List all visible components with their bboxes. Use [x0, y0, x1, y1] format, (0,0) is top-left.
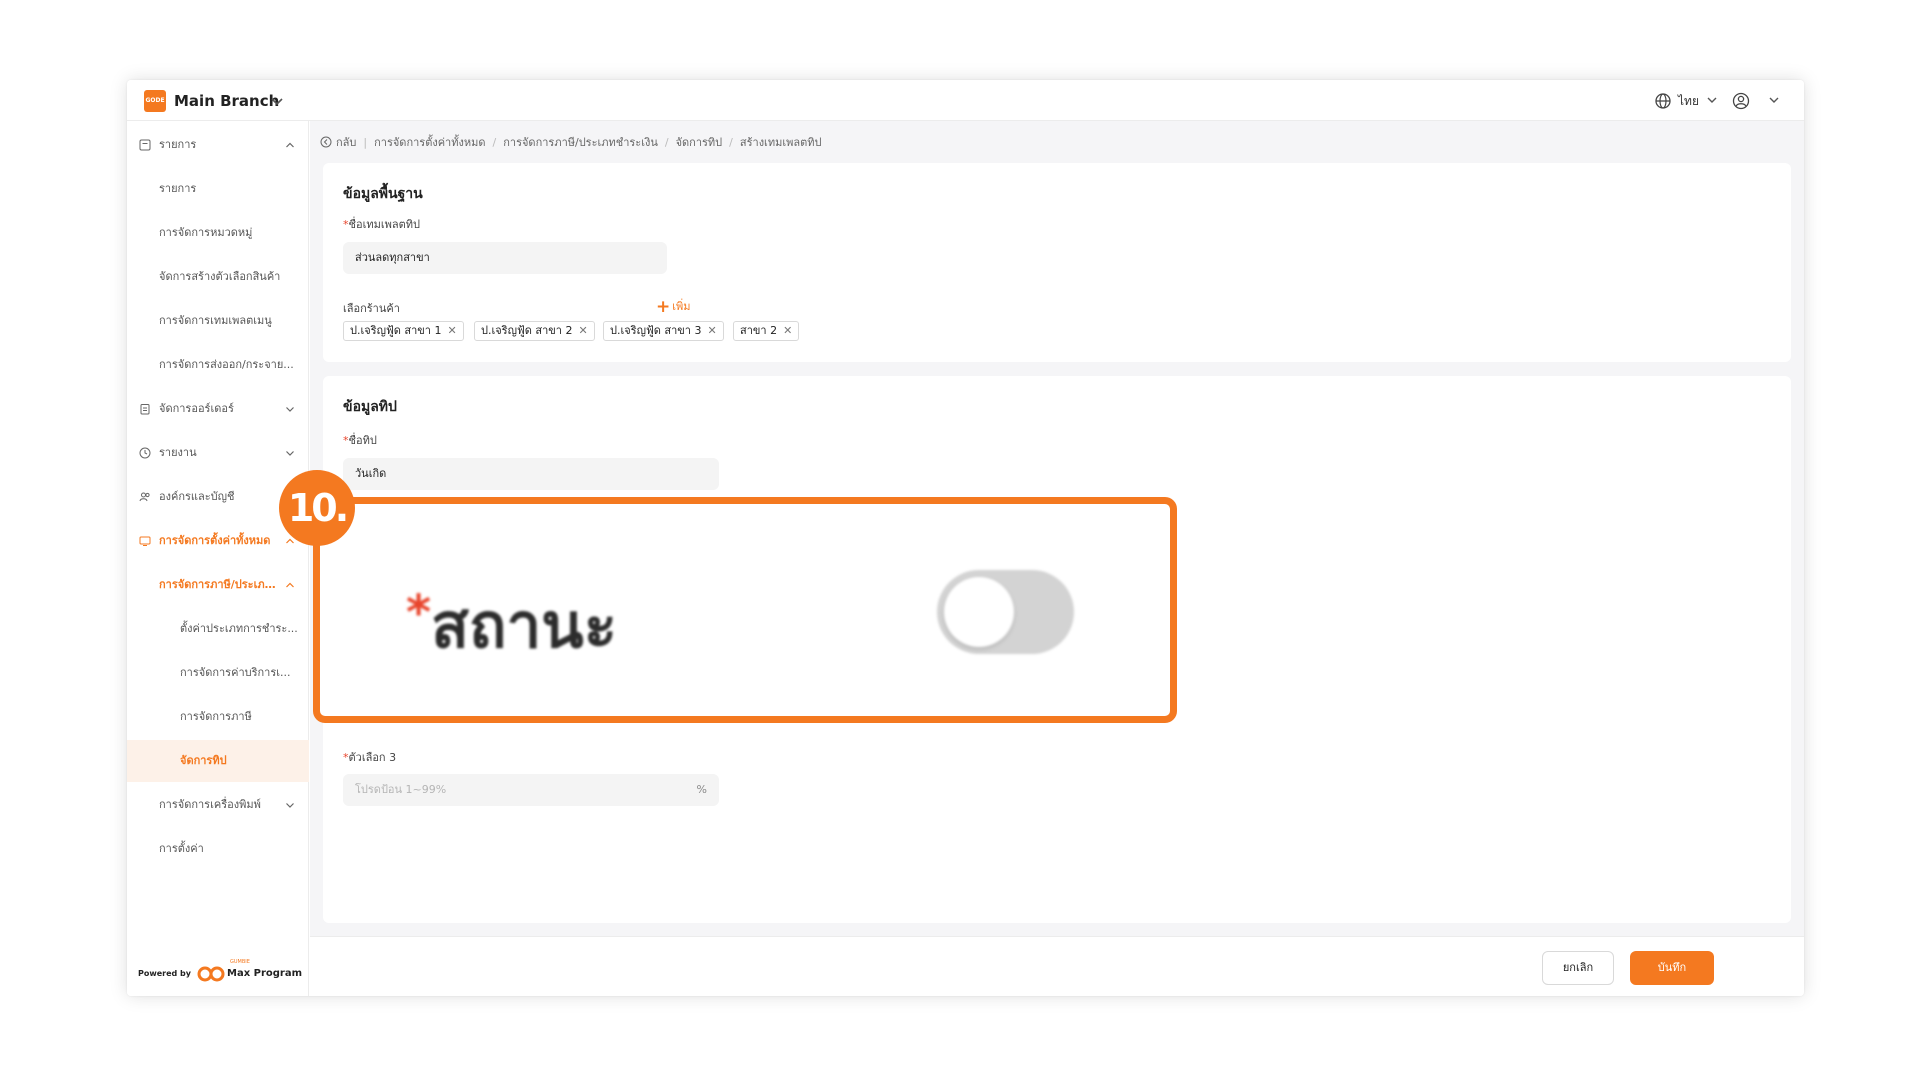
toggle-knob — [944, 577, 1014, 647]
close-icon: ✕ — [783, 324, 793, 337]
sidebar-item-label: การตั้งค่า — [159, 842, 204, 855]
status-toggle[interactable] — [937, 570, 1074, 654]
sidebar-item-label: รายการ — [159, 138, 197, 151]
sidebar-item-tips[interactable]: จัดการทิป — [127, 740, 309, 782]
sidebar-item-label: การจัดการภาษี/ประเภ... — [159, 578, 277, 591]
sidebar-item-printers[interactable]: การจัดการเครื่องพิมพ์ — [127, 784, 309, 826]
sidebar-item-label: การจัดการส่งออก/กระจาย... — [159, 358, 294, 371]
users-icon — [139, 492, 150, 502]
breadcrumb-item[interactable]: จัดการทิป — [676, 136, 723, 149]
sidebar-item-menu-template[interactable]: การจัดการเทมเพลตเมนู — [127, 300, 309, 342]
sidebar-item-label: ตั้งค่าประเภทการชำระ... — [180, 622, 298, 635]
sidebar: รายการ รายการ การจัดการหมวดหมู่ จัดการสร… — [127, 121, 309, 996]
clipboard-icon — [140, 404, 150, 415]
back-arrow-icon[interactable] — [320, 136, 332, 148]
breadcrumb-item[interactable]: การจัดการภาษี/ประเภทชำระเงิน — [503, 136, 658, 149]
sidebar-item-label: องค์กรและบัญชี — [159, 490, 235, 503]
sidebar-item-label: การจัดการหมวดหมู่ — [159, 226, 253, 239]
template-name-input[interactable]: ส่วนลดทุกสาขา — [343, 242, 667, 274]
store-tag[interactable]: ป.เจริญฟู้ด สาขา 2 ✕ — [474, 321, 595, 341]
top-header: GODE Main Branch ไทย — [127, 80, 1804, 121]
sidebar-item-tax-payment[interactable]: การจัดการภาษี/ประเภ... — [127, 564, 309, 606]
tip-name-label: *ชื่อทิป — [343, 434, 377, 447]
sidebar-item-label: รายการ — [159, 182, 197, 195]
breadcrumb-current: สร้างเทมเพลตทิป — [739, 136, 822, 149]
chevron-up-icon — [286, 142, 294, 148]
settings-monitor-icon — [139, 536, 151, 546]
template-name-label: *ชื่อเทมเพลตทิป — [343, 218, 420, 231]
option3-label: *ตัวเลือก 3 — [343, 751, 397, 764]
sidebar-item-list-sub[interactable]: รายการ — [127, 168, 309, 210]
max-program-text: Max Program — [227, 968, 303, 979]
sidebar-item-service-charge[interactable]: การจัดการค่าบริการเ... — [127, 652, 309, 694]
cancel-button[interactable]: ยกเลิก — [1542, 951, 1614, 985]
sidebar-item-settings[interactable]: การตั้งค่า — [127, 828, 309, 870]
section-title: ข้อมูลทิป — [343, 399, 397, 415]
add-store-button[interactable]: + เพิ่ม — [656, 299, 691, 316]
sidebar-item-label: การจัดการเครื่องพิมพ์ — [159, 798, 261, 811]
store-tag[interactable]: ป.เจริญฟู้ด สาขา 1 ✕ — [343, 321, 464, 341]
tip-name-input[interactable]: วันเกิด — [343, 458, 719, 490]
sidebar-item-list[interactable]: รายการ — [127, 124, 309, 166]
chevron-down-icon — [286, 407, 294, 412]
brand-logo: GODE — [144, 90, 166, 112]
globe-icon[interactable] — [1654, 92, 1672, 110]
sidebar-item-label: จัดการทิป — [180, 754, 227, 767]
branch-selector-label[interactable]: Main Branch — [174, 90, 279, 112]
chevron-down-icon[interactable] — [1767, 93, 1781, 107]
chevron-up-icon — [286, 582, 294, 588]
store-select-label: เลือกร้านค้า — [343, 302, 400, 315]
sidebar-item-payment-types[interactable]: ตั้งค่าประเภทการชำระ... — [127, 608, 309, 650]
max-program-logo-icon — [197, 966, 225, 982]
sidebar-item-label: การจัดการเทมเพลตเมนู — [159, 314, 272, 327]
option3-input[interactable]: โปรดป้อน 1~99%% — [343, 774, 719, 806]
section-title: ข้อมูลพื้นฐาน — [343, 186, 423, 202]
breadcrumb-back[interactable]: กลับ — [336, 136, 356, 149]
breadcrumb-item[interactable]: การจัดการตั้งค่าทั้งหมด — [374, 136, 485, 149]
store-tag[interactable]: สาขา 2 ✕ — [733, 321, 800, 341]
sidebar-item-orders[interactable]: จัดการออร์เดอร์ — [127, 388, 309, 430]
close-icon: ✕ — [447, 324, 457, 337]
sidebar-item-label: การจัดการตั้งค่าทั้งหมด — [159, 534, 271, 547]
sidebar-item-label: จัดการสร้างตัวเลือกสินค้า — [159, 270, 281, 283]
close-icon: ✕ — [707, 324, 717, 337]
sidebar-item-label: จัดการออร์เดอร์ — [159, 402, 234, 415]
chevron-down-icon — [286, 451, 294, 456]
step-badge: 10. — [279, 470, 355, 546]
sidebar-item-product-options[interactable]: จัดการสร้างตัวเลือกสินค้า — [127, 256, 309, 298]
language-selector[interactable]: ไทย — [1678, 91, 1699, 111]
action-footer: ยกเลิก บันทึก — [310, 936, 1804, 996]
user-avatar-icon[interactable] — [1732, 92, 1750, 110]
store-tag[interactable]: ป.เจริญฟู้ด สาขา 3 ✕ — [603, 321, 724, 341]
basic-info-card: ข้อมูลพื้นฐาน *ชื่อเทมเพลตทิป ส่วนลดทุกส… — [323, 163, 1791, 362]
powered-by-text: Powered by — [138, 969, 191, 978]
sidebar-item-label: การจัดการค่าบริการเ... — [180, 666, 291, 679]
zoom-callout: *สถานะ — [313, 497, 1177, 723]
sidebar-item-label: รายงาน — [159, 446, 197, 459]
breadcrumb: กลับ | การจัดการตั้งค่าทั้งหมด / การจัดการภา… — [320, 133, 821, 153]
clock-icon — [139, 447, 151, 459]
list-icon — [139, 139, 151, 151]
sidebar-item-reports[interactable]: รายงาน — [127, 432, 309, 474]
chevron-down-icon — [286, 803, 294, 808]
sidebar-item-all-settings[interactable]: การจัดการตั้งค่าทั้งหมด — [127, 520, 309, 562]
chevron-down-icon[interactable] — [268, 92, 286, 110]
sidebar-item-category[interactable]: การจัดการหมวดหมู่ — [127, 212, 309, 254]
sidebar-item-export[interactable]: การจัดการส่งออก/กระจาย... — [127, 344, 309, 386]
save-button[interactable]: บันทึก — [1630, 951, 1714, 985]
status-label: *สถานะ — [406, 585, 617, 662]
sidebar-item-tax[interactable]: การจัดการภาษี — [127, 696, 309, 738]
close-icon: ✕ — [578, 324, 588, 337]
sidebar-item-label: การจัดการภาษี — [180, 710, 252, 723]
chevron-down-icon[interactable] — [1705, 93, 1719, 107]
percent-suffix: % — [696, 783, 707, 796]
